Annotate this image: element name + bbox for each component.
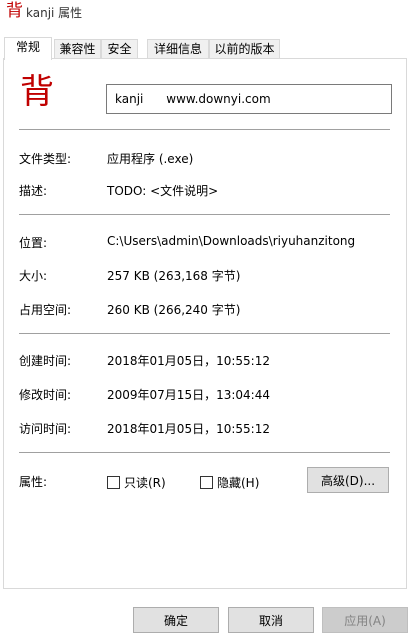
- tab-general[interactable]: 常规: [4, 37, 52, 60]
- size-value: 257 KB (263,168 字节): [107, 269, 241, 283]
- tab-details[interactable]: 详细信息: [147, 39, 209, 59]
- title-bar: 背 kanji 属性: [0, 0, 411, 24]
- disk-size-label: 占用空间:: [19, 303, 72, 317]
- description-label: 描述:: [19, 184, 48, 198]
- disk-size-value: 260 KB (266,240 字节): [107, 303, 241, 317]
- cancel-button[interactable]: 取消: [228, 607, 314, 633]
- readonly-label: 只读(R): [124, 476, 166, 490]
- location-value: C:\Users\admin\Downloads\riyuhanzitong: [107, 234, 356, 248]
- separator: [19, 333, 390, 334]
- separator: [19, 452, 390, 453]
- checkbox-box: [107, 476, 120, 489]
- general-panel: 背 文件类型: 应用程序 (.exe) 描述: TODO: <文件说明> 位置:…: [3, 58, 407, 589]
- readonly-checkbox[interactable]: 只读(R): [107, 474, 166, 491]
- apply-button[interactable]: 应用(A): [322, 607, 408, 633]
- created-label: 创建时间:: [19, 354, 72, 368]
- attributes-label: 属性:: [19, 475, 48, 489]
- checkbox-box: [200, 476, 213, 489]
- file-type-value: 应用程序 (.exe): [107, 152, 194, 166]
- created-value: 2018年01月05日，10:55:12: [107, 354, 270, 368]
- modified-value: 2009年07月15日，13:04:44: [107, 388, 270, 402]
- accessed-label: 访问时间:: [19, 422, 72, 436]
- advanced-button[interactable]: 高级(D)...: [307, 467, 389, 493]
- app-icon: 背: [6, 1, 23, 21]
- tab-security[interactable]: 安全: [101, 39, 138, 59]
- description-value: TODO: <文件说明>: [107, 184, 219, 198]
- separator: [19, 214, 390, 215]
- location-label: 位置:: [19, 236, 48, 250]
- modified-label: 修改时间:: [19, 388, 72, 402]
- ok-button[interactable]: 确定: [133, 607, 219, 633]
- file-type-label: 文件类型:: [19, 152, 72, 166]
- hidden-checkbox[interactable]: 隐藏(H): [200, 474, 259, 491]
- tab-compatibility[interactable]: 兼容性: [54, 39, 101, 59]
- separator: [19, 129, 390, 130]
- size-label: 大小:: [19, 269, 48, 283]
- hidden-label: 隐藏(H): [217, 476, 260, 490]
- tab-previous-versions[interactable]: 以前的版本: [209, 39, 280, 59]
- accessed-value: 2018年01月05日，10:55:12: [107, 422, 270, 436]
- file-name-input[interactable]: [106, 84, 392, 114]
- window-title: kanji 属性: [26, 6, 83, 20]
- file-icon: 背: [20, 72, 54, 112]
